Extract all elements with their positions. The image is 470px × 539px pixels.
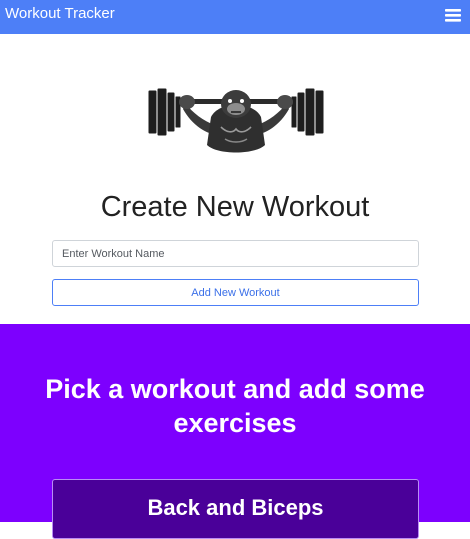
section-title: Pick a workout and add some exercises xyxy=(45,374,425,438)
workout-name-input[interactable] xyxy=(52,240,419,267)
gorilla-barbell-logo xyxy=(145,87,327,157)
navbar: Workout Tracker xyxy=(0,0,470,34)
page-title: Create New Workout xyxy=(100,191,370,223)
workouts-section: Pick a workout and add some exercises Ba… xyxy=(0,324,470,539)
create-workout-section: Create New Workout Add New Workout xyxy=(0,34,470,324)
workout-card[interactable]: Back and Biceps xyxy=(52,479,419,539)
brand-title[interactable]: Workout Tracker xyxy=(5,5,115,23)
add-new-workout-button[interactable]: Add New Workout xyxy=(52,279,419,306)
hamburger-menu-icon[interactable] xyxy=(443,4,463,26)
workout-card-label: Back and Biceps xyxy=(147,495,324,520)
